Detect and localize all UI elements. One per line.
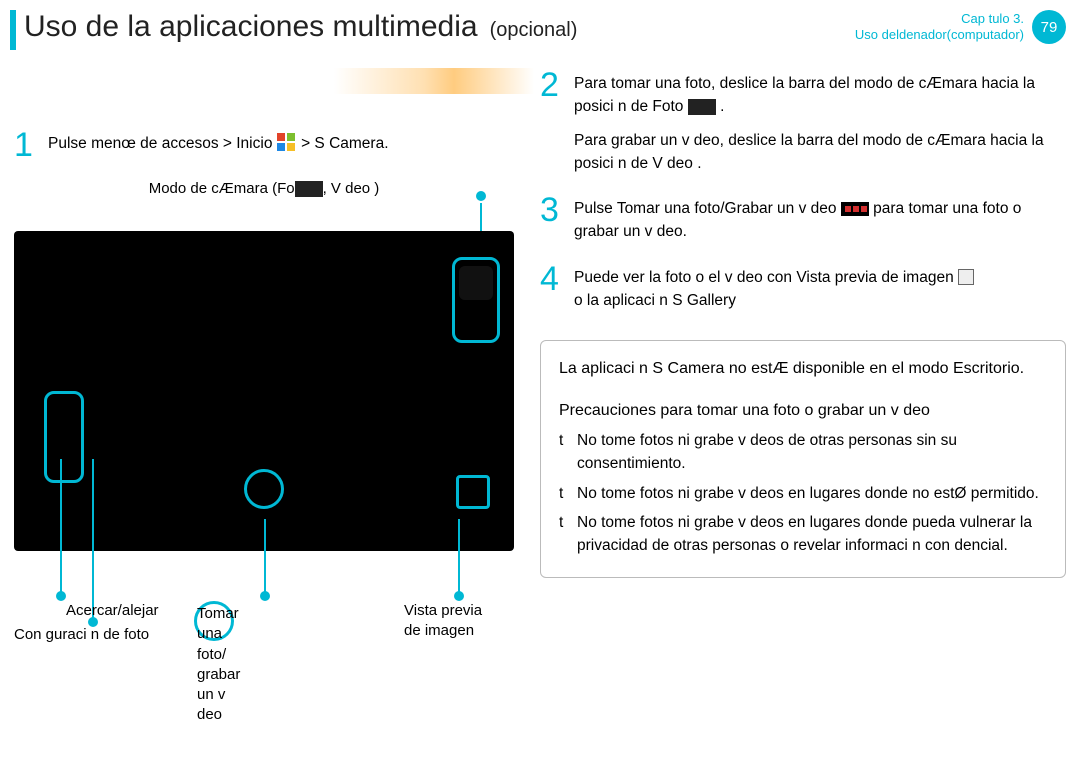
info2-title: Precauciones para tomar una foto o graba… <box>559 399 1047 423</box>
step-3-body: Pulse Tomar una foto/Grabar un v deo par… <box>574 193 1066 244</box>
callout-line-zoom <box>60 459 62 593</box>
header-right: Cap tulo 3. Uso deldenador(computador) 7… <box>855 10 1066 44</box>
bullet-icon: t <box>559 429 569 476</box>
info-section-1: La aplicaci n S Camera no estÆ disponibl… <box>559 357 1047 381</box>
title-bar: Uso de la aplicaciones multimedia (opcio… <box>24 10 577 44</box>
camera-diagram: Acercar/alejar Con guraci n de foto Toma… <box>14 203 514 563</box>
step2-text-c: Para grabar un v deo, deslice la barra d… <box>574 129 1066 176</box>
left-column: 1 Pulse menœ de accesos > Inicio > S Cam… <box>14 68 514 578</box>
list-item-text: No tome fotos ni grabe v deos en lugares… <box>577 511 1047 558</box>
label-preview: Vista previa de imagen <box>404 601 482 642</box>
label-zoom: Acercar/alejar <box>66 601 159 621</box>
callout-dot-zoom <box>56 591 66 601</box>
step1-text-a: Pulse <box>48 135 87 152</box>
image-preview-icon <box>958 269 974 285</box>
right-column: 2 Para tomar una foto, deslice la barra … <box>540 68 1066 578</box>
bullet-icon: t <box>559 482 569 505</box>
bullet-icon: t <box>559 511 569 558</box>
step4-text-a: Puede ver la foto o el v deo con Vista p… <box>574 269 954 286</box>
step-number-1: 1 <box>14 128 38 162</box>
label-preview-l2: de imagen <box>404 621 482 641</box>
step-number-2: 2 <box>540 68 564 175</box>
info1-text: La aplicaci n S Camera no estÆ disponibl… <box>559 357 1047 381</box>
camera-mode-slider[interactable] <box>452 257 500 343</box>
page-title: Uso de la aplicaciones multimedia <box>24 10 478 44</box>
content-area: 1 Pulse menœ de accesos > Inicio > S Cam… <box>0 68 1080 578</box>
list-item: t No tome fotos ni grabe v deos en lugar… <box>559 482 1047 505</box>
step-2: 2 Para tomar una foto, deslice la barra … <box>540 68 1066 175</box>
callout-line-preview <box>458 519 460 593</box>
step-1-body: Pulse menœ de accesos > Inicio > S Camer… <box>48 128 389 162</box>
step-4: 4 Puede ver la foto o el v deo con Vista… <box>540 262 1066 313</box>
step-number-4: 4 <box>540 262 564 313</box>
chapter-line-1: Cap tulo 3. <box>855 11 1024 27</box>
callout-dot-preview <box>454 591 464 601</box>
info-box: La aplicaci n S Camera no estÆ disponibl… <box>540 340 1066 578</box>
step3-text-b: Tomar una foto/Grabar un v deo <box>617 200 837 217</box>
step2-text-b: . <box>720 98 724 115</box>
step1-text-c: > S Camera. <box>301 135 388 152</box>
callout-line-photoconfig <box>92 459 94 619</box>
callout-dot-mode <box>476 191 486 201</box>
list-item: t No tome fotos ni grabe v deos en lugar… <box>559 511 1047 558</box>
page-header: Uso de la aplicaciones multimedia (opcio… <box>0 0 1080 68</box>
chapter-label: Cap tulo 3. Uso deldenador(computador) <box>855 11 1024 44</box>
callout-line-shutter <box>264 519 266 593</box>
list-item-text: No tome fotos ni grabe v deos en lugares… <box>577 482 1039 505</box>
step-1: 1 Pulse menœ de accesos > Inicio > S Cam… <box>14 128 514 162</box>
label-shutter: Tomar una foto/ grabar un v deo <box>194 601 234 641</box>
step-number-3: 3 <box>540 193 564 244</box>
list-item-text: No tome fotos ni grabe v deos de otras p… <box>577 429 1047 476</box>
step-2-body: Para tomar una foto, deslice la barra de… <box>574 68 1066 175</box>
label-preview-l1: Vista previa <box>404 601 482 621</box>
page-subtitle: (opcional) <box>490 19 578 42</box>
camera-mode-caption: Modo de cÆmara (Fo , V deo ) <box>14 180 514 197</box>
step4-text-b: o la aplicaci n S Gallery <box>574 289 974 312</box>
zoom-control[interactable] <box>44 391 84 483</box>
chapter-line-2: Uso deldenador(computador) <box>855 27 1024 43</box>
step3-text-a: Pulse <box>574 200 613 217</box>
list-item: t No tome fotos ni grabe v deos de otras… <box>559 429 1047 476</box>
info-section-2: Precauciones para tomar una foto o graba… <box>559 399 1047 557</box>
callout-line-mode <box>480 203 482 231</box>
photo-mode-icon <box>295 181 323 197</box>
section-title-gradient <box>334 68 534 94</box>
label-shutter-l2: grabar un v deo <box>197 665 231 726</box>
step-3: 3 Pulse Tomar una foto/Grabar un v deo p… <box>540 193 1066 244</box>
precaution-list: t No tome fotos ni grabe v deos de otras… <box>559 429 1047 557</box>
shutter-button[interactable] <box>244 469 284 509</box>
photo-position-icon <box>688 99 716 115</box>
record-icon <box>841 202 869 216</box>
image-preview-thumb[interactable] <box>456 475 490 509</box>
step-4-body: Puede ver la foto o el v deo con Vista p… <box>574 262 974 313</box>
callout-dot-shutter <box>260 591 270 601</box>
label-shutter-l1: Tomar una foto/ <box>197 604 231 665</box>
page-number-badge: 79 <box>1032 10 1066 44</box>
camera-screen <box>14 231 514 551</box>
camera-mode-knob <box>459 266 493 300</box>
mode-caption-b: , V deo ) <box>323 180 380 197</box>
step1-text-b: menœ de accesos > Inicio <box>91 135 272 152</box>
header-accent <box>10 10 16 50</box>
mode-caption-a: Modo de cÆmara (Fo <box>149 180 295 197</box>
step2-text-a: Para tomar una foto, deslice la barra de… <box>574 75 1035 115</box>
windows-start-icon <box>277 133 297 153</box>
label-photo-config: Con guraci n de foto <box>14 625 149 645</box>
